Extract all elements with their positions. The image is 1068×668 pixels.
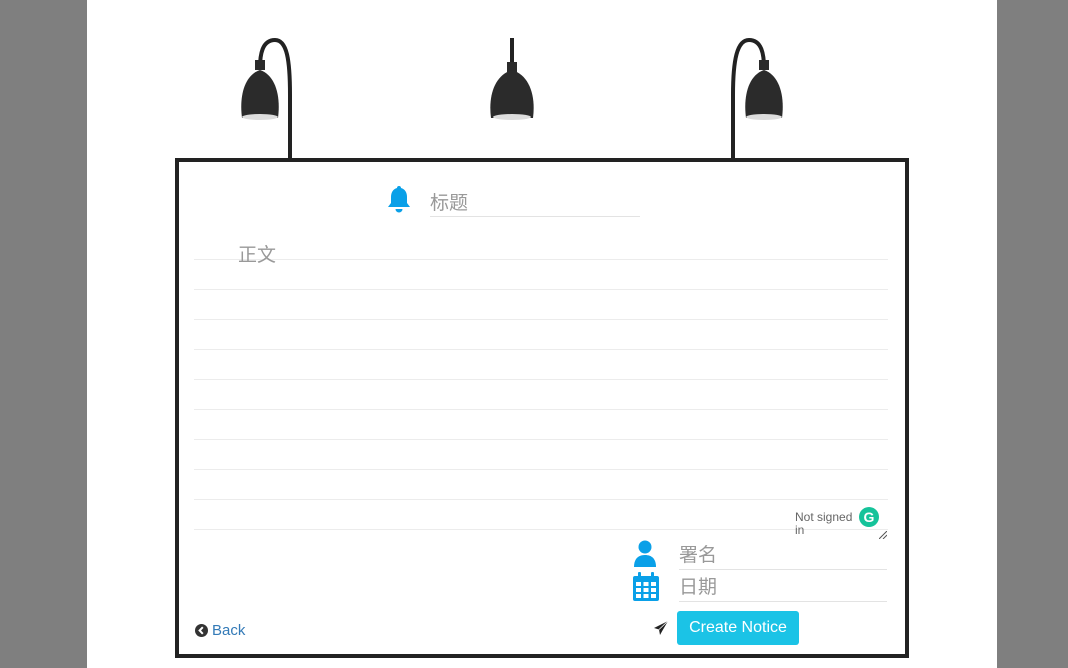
signature-input[interactable] xyxy=(679,541,887,570)
back-link[interactable]: Back xyxy=(195,622,245,639)
body-textarea[interactable] xyxy=(194,234,888,532)
notice-board: Not signed in G xyxy=(175,158,909,658)
lamp-right-icon xyxy=(731,37,783,158)
date-input[interactable] xyxy=(679,573,887,602)
paper-plane-icon xyxy=(653,620,669,641)
chevron-circle-left-icon xyxy=(195,624,208,637)
back-label: Back xyxy=(212,622,246,639)
calendar-icon xyxy=(632,572,660,607)
lamp-center-icon xyxy=(490,38,534,120)
grammarly-icon[interactable]: G xyxy=(859,507,879,527)
title-input[interactable] xyxy=(430,190,640,217)
lamp-left xyxy=(217,0,307,160)
grammarly-status: Not signed in xyxy=(795,510,853,537)
bell-icon xyxy=(384,184,414,219)
create-notice-button[interactable]: Create Notice xyxy=(677,611,799,645)
lamp-center xyxy=(467,0,557,160)
user-icon xyxy=(633,540,657,573)
lamp-left-icon xyxy=(241,37,292,158)
lamp-right xyxy=(717,0,807,160)
